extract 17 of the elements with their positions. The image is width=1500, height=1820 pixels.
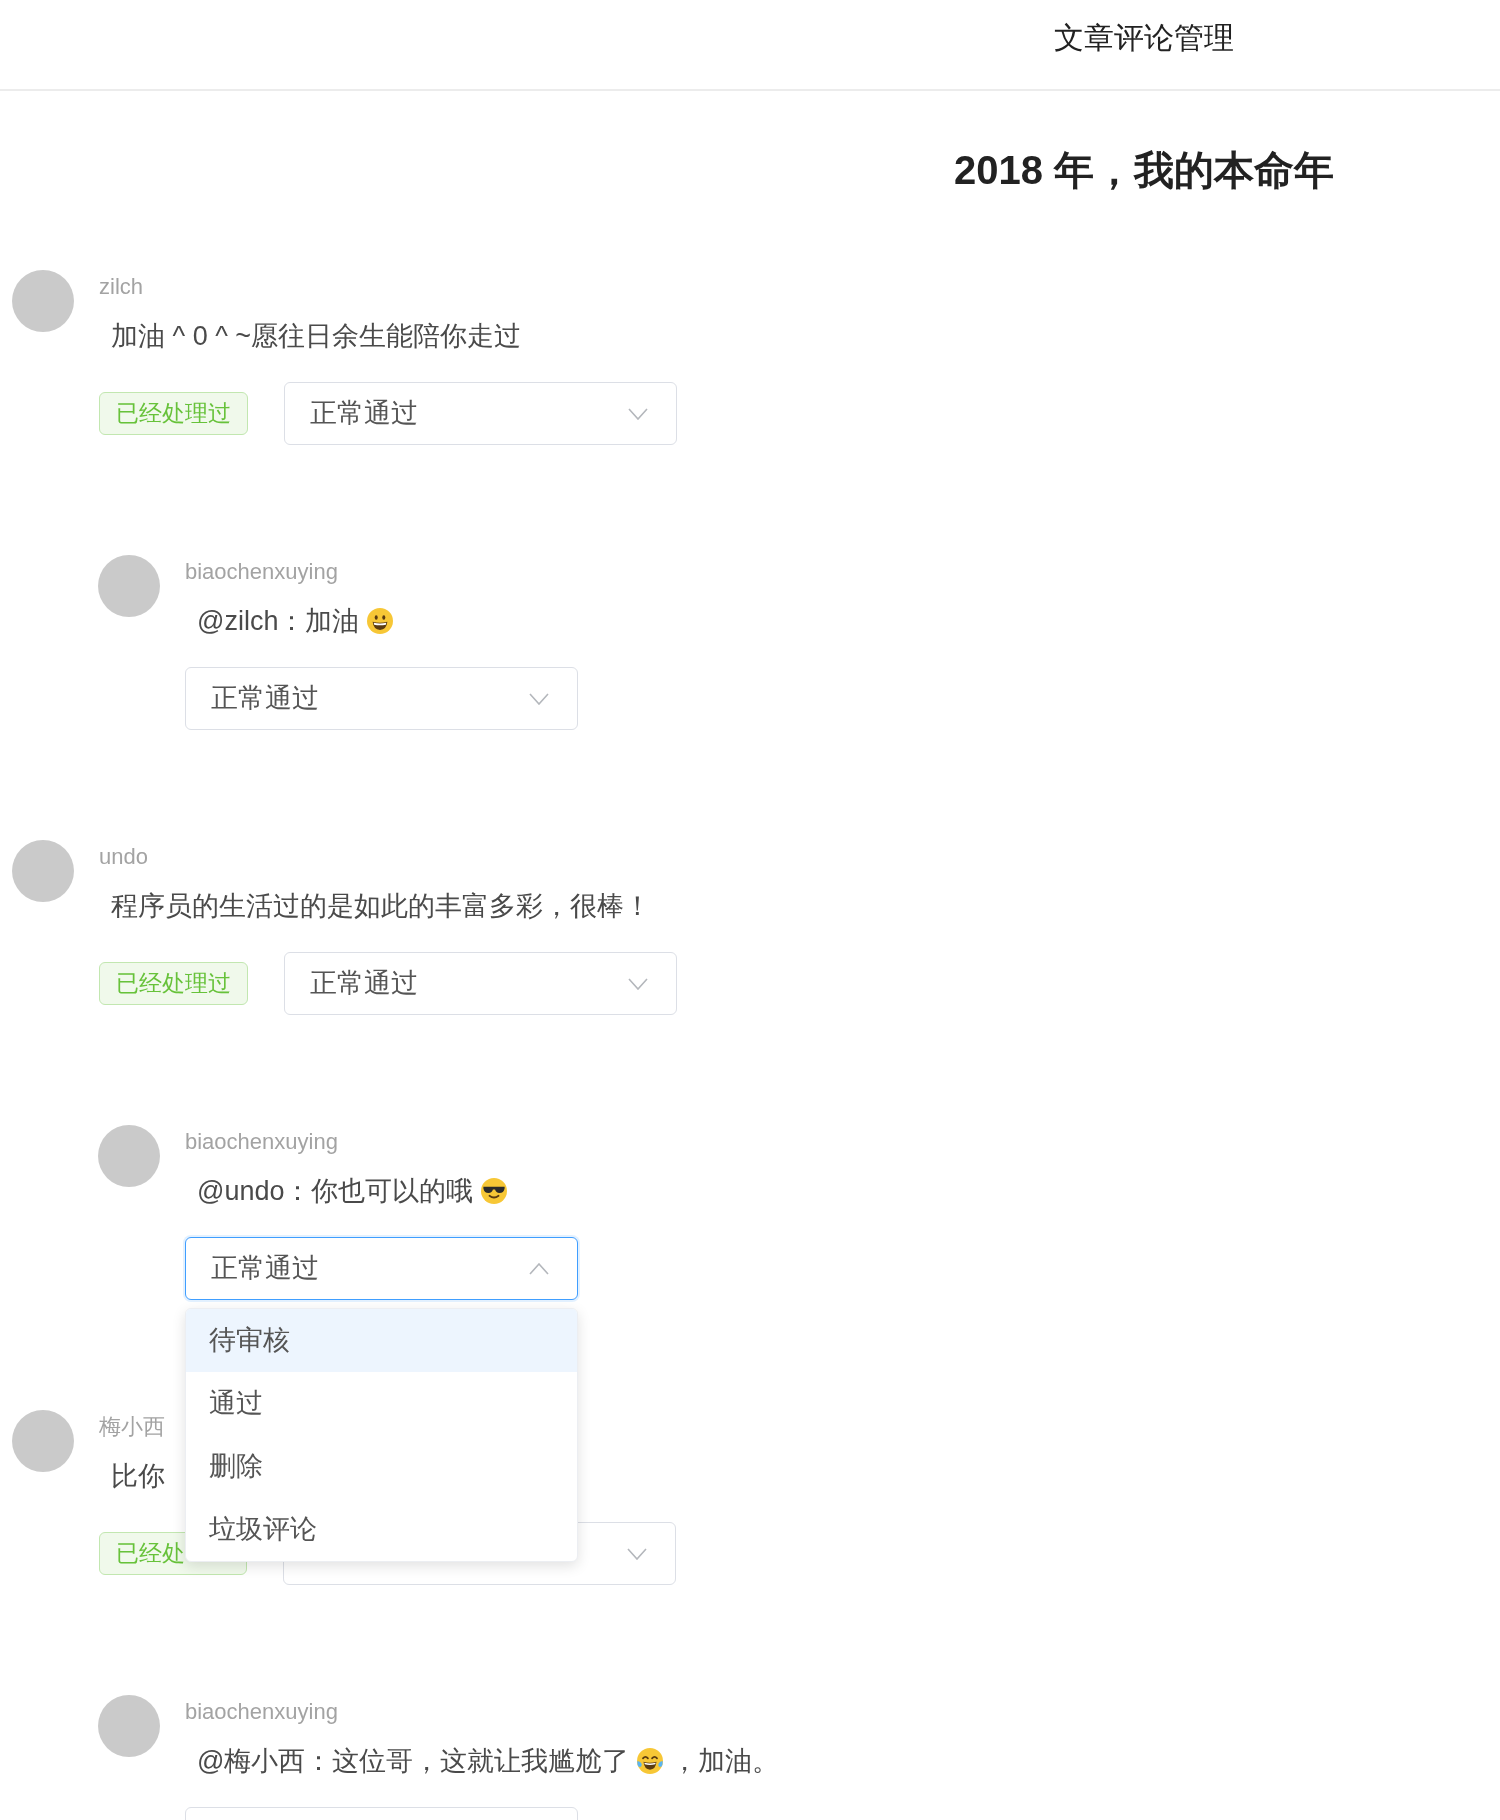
article-title: 2018 年，我的本命年 [953, 147, 1335, 194]
username: undo [99, 843, 148, 871]
username: 梅小西 [99, 1413, 165, 1441]
comment-text: 比你 [111, 1460, 165, 1493]
comment-text: @undo：你也可以的哦 [197, 1175, 474, 1208]
processed-tag: 已经处理过 [99, 962, 248, 1005]
comment-text: 程序员的生活过的是如此的丰富多彩，很棒！ [111, 890, 651, 923]
username: biaochenxuying [185, 558, 338, 586]
comment-text: ，加油。 [671, 1745, 780, 1778]
comment-text: @梅小西：这位哥，这就让我尴尬了 [197, 1745, 630, 1778]
username: zilch [99, 273, 143, 301]
comment-text: 加油 ^ 0 ^ ~愿往日余生能陪你走过 [111, 320, 522, 353]
processed-tag: 已经处理过 [99, 392, 248, 435]
page-title: 文章评论管理 [1054, 20, 1234, 56]
username: biaochenxuying [185, 1128, 338, 1156]
username: biaochenxuying [185, 1698, 338, 1726]
comment-text: @zilch：加油 [197, 605, 360, 638]
